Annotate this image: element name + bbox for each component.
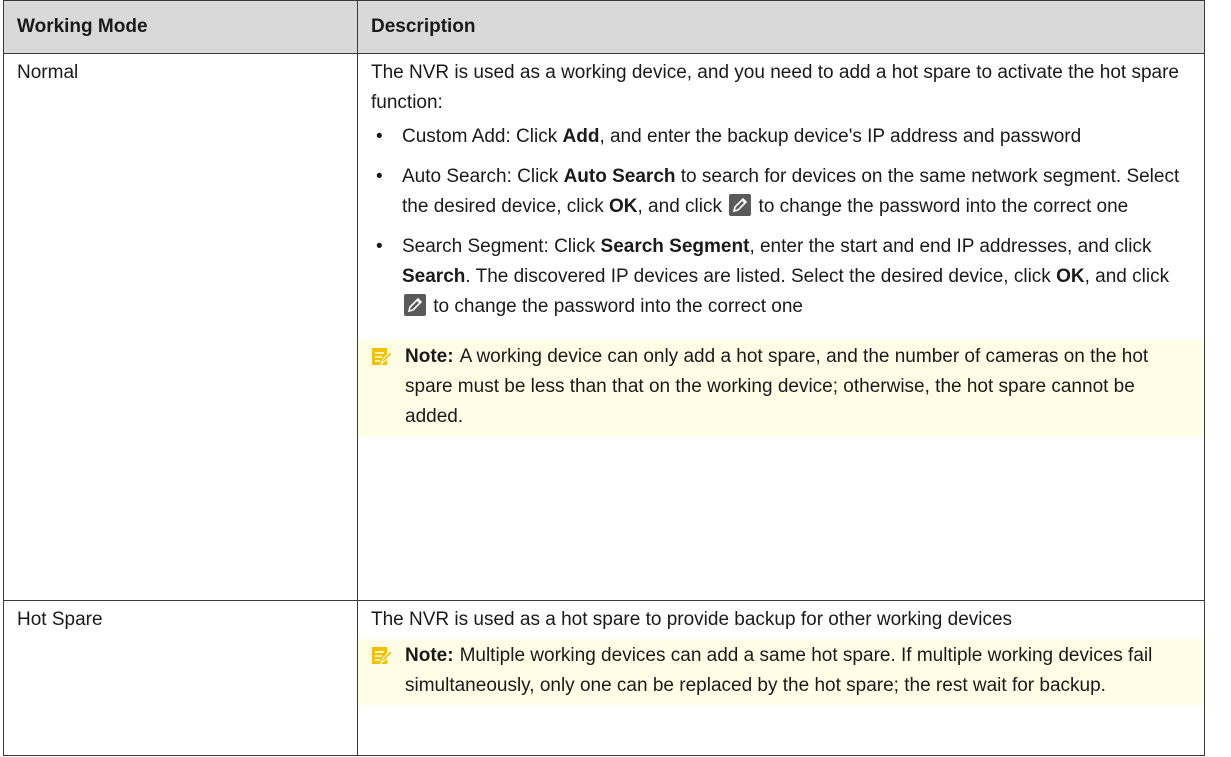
note-box: Note: A working device can only add a hot…: [358, 340, 1204, 436]
edit-pencil-icon: [404, 294, 426, 316]
description-cell: The NVR is used as a working device, and…: [357, 53, 1205, 601]
table-row: Normal The NVR is used as a working devi…: [3, 53, 1205, 601]
list-item: Custom Add: Click Add, and enter the bac…: [371, 122, 1191, 152]
header-working-mode: Working Mode: [3, 0, 358, 54]
list-item: Auto Search: Click Auto Search to search…: [371, 162, 1191, 222]
mode-cell: Hot Spare: [3, 600, 358, 756]
note-pencil-icon: [372, 647, 393, 665]
description-intro: The NVR is used as a working device, and…: [371, 62, 1179, 113]
note-text: Note: Multiple working devices can add a …: [405, 645, 1153, 696]
table-header-row: Working Mode Description: [3, 0, 1205, 54]
edit-pencil-icon: [729, 194, 752, 216]
working-mode-table: Working Mode Description Normal The NVR …: [3, 0, 1205, 756]
note-text: Note: A working device can only add a hot…: [405, 346, 1149, 427]
option-list: Custom Add: Click Add, and enter the bac…: [371, 122, 1191, 322]
list-item: Search Segment: Click Search Segment, en…: [371, 232, 1191, 322]
mode-cell: Normal: [3, 53, 358, 601]
description-cell: The NVR is used as a hot spare to provid…: [357, 600, 1205, 756]
table-row: Hot Spare The NVR is used as a hot spare…: [3, 600, 1205, 756]
note-box: Note: Multiple working devices can add a …: [358, 639, 1204, 705]
note-pencil-icon: [372, 348, 393, 366]
header-description: Description: [357, 0, 1205, 54]
description-intro: The NVR is used as a hot spare to provid…: [371, 609, 1013, 630]
